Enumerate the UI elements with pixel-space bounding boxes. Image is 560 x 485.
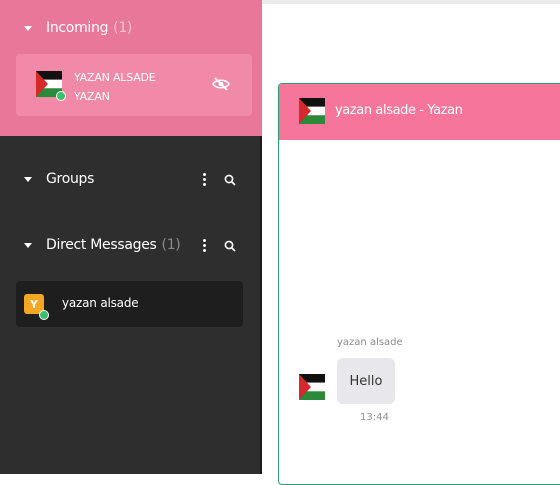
top-divider <box>262 0 560 4</box>
direct-message-item[interactable]: Y yazan alsade <box>16 281 243 327</box>
incoming-count: (1) <box>113 20 133 36</box>
caret-down-icon <box>24 242 32 248</box>
incoming-item[interactable]: YAZAN ALSADE YAZAN <box>16 54 252 116</box>
kebab-menu-icon[interactable] <box>203 173 206 186</box>
sidebar: Incoming (1) YAZAN ALSADE YAZAN Groups D… <box>0 0 262 474</box>
search-icon[interactable] <box>224 240 236 252</box>
kebab-menu-icon[interactable] <box>203 239 206 252</box>
direct-message-name: yazan alsade <box>62 296 139 310</box>
direct-messages-count: (1) <box>161 237 181 253</box>
groups-toggle[interactable]: Groups <box>24 171 94 187</box>
palestine-flag-icon <box>299 374 325 400</box>
message-sender: yazan alsade <box>337 337 403 348</box>
incoming-title: Incoming <box>46 20 109 36</box>
main-area: yazan alsade - Yazan yazan alsade Hello … <box>262 0 560 485</box>
eye-off-icon[interactable] <box>212 77 230 91</box>
groups-tools <box>203 173 236 186</box>
incoming-item-line2: YAZAN <box>74 90 110 103</box>
direct-messages-title: Direct Messages <box>46 237 157 253</box>
message-time: 13:44 <box>360 412 389 423</box>
online-status-icon <box>56 91 66 101</box>
groups-title: Groups <box>46 171 95 187</box>
direct-messages-tools <box>203 239 236 252</box>
search-icon[interactable] <box>224 174 236 186</box>
caret-down-icon <box>24 176 32 182</box>
chat-title: yazan alsade - Yazan <box>335 103 463 118</box>
incoming-item-name: YAZAN ALSADE YAZAN <box>74 68 156 106</box>
online-status-icon <box>39 310 49 320</box>
message-bubble: Hello <box>337 358 395 404</box>
incoming-item-line1: YAZAN ALSADE <box>74 71 156 84</box>
incoming-section: Incoming (1) YAZAN ALSADE YAZAN <box>0 0 262 136</box>
direct-messages-toggle[interactable]: Direct Messages (1) <box>24 237 181 253</box>
palestine-flag-icon <box>299 98 325 124</box>
chat-header[interactable]: yazan alsade - Yazan <box>279 84 560 140</box>
caret-down-icon <box>24 25 32 31</box>
chat-window: yazan alsade - Yazan yazan alsade Hello … <box>278 83 560 485</box>
incoming-toggle[interactable]: Incoming (1) <box>24 20 132 36</box>
